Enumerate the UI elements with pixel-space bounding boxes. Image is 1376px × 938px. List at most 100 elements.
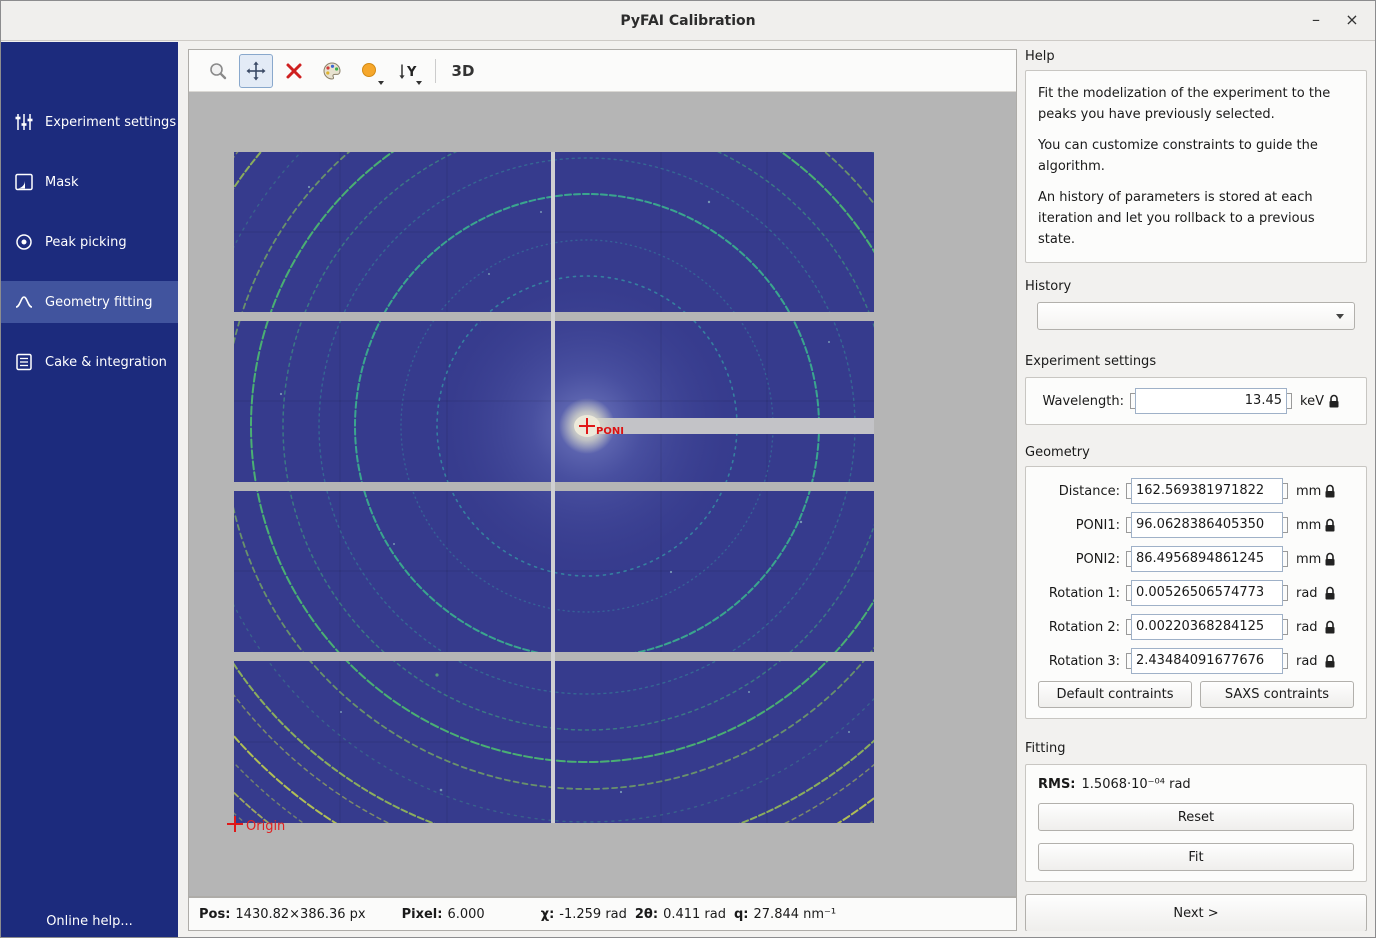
- lock-icon[interactable]: [1324, 518, 1336, 533]
- wavelength-input[interactable]: 13.45: [1135, 388, 1287, 414]
- wavelength-unit: keV: [1292, 394, 1324, 409]
- clear-markers-button[interactable]: [277, 54, 311, 88]
- q-value: 27.844 nm⁻¹: [754, 907, 837, 922]
- default-constraints-button[interactable]: Default contraints: [1038, 681, 1192, 708]
- rms-value: 1.5068·10⁻⁰⁴ rad: [1082, 777, 1191, 792]
- origin-label: Origin: [246, 819, 285, 834]
- distance-unit: mm: [1288, 484, 1320, 499]
- sidebar-item-label: Cake & integration: [45, 355, 167, 370]
- rotation2-row: Rotation 2: 0.00220368284125 rad: [1034, 613, 1358, 641]
- rotation2-unit: rad: [1288, 620, 1320, 635]
- sidebar-item-mask[interactable]: Mask: [1, 161, 178, 203]
- sidebar-item-cake-integration[interactable]: Cake & integration: [1, 341, 178, 383]
- lock-icon[interactable]: [1328, 394, 1340, 409]
- sidebar-item-geometry-fitting[interactable]: Geometry fitting: [1, 281, 178, 323]
- rotation3-unit: rad: [1288, 654, 1320, 669]
- saxs-constraints-button[interactable]: SAXS contraints: [1200, 681, 1354, 708]
- history-dropdown[interactable]: [1037, 302, 1355, 330]
- zoom-button[interactable]: [201, 54, 235, 88]
- dropdown-caret-icon: [378, 81, 384, 85]
- two-theta-label: 2θ:: [635, 907, 658, 922]
- axis-orientation-button[interactable]: Y: [391, 54, 425, 88]
- fitting-section-title: Fitting: [1025, 741, 1367, 756]
- chi-value: -1.259 rad: [559, 907, 627, 922]
- titlebar: PyFAI Calibration – ×: [1, 1, 1375, 41]
- origin-marker: Origin: [227, 816, 285, 834]
- red-cross-icon: [285, 62, 303, 80]
- next-button[interactable]: Next >: [1025, 894, 1367, 931]
- help-box: Fit the modelization of the experiment t…: [1025, 70, 1367, 263]
- detector-image: PONI Origin: [189, 92, 1016, 896]
- plot-frame: Y 3D: [188, 49, 1017, 897]
- sidebar-item-peak-picking[interactable]: Peak picking: [1, 221, 178, 263]
- app-window: PyFAI Calibration – × Experiment setting…: [0, 0, 1376, 938]
- sidebar-item-label: Experiment settings: [45, 115, 176, 130]
- y-axis-icon: Y: [397, 61, 419, 81]
- experiment-settings-box: Wavelength: 13.45 keV: [1025, 377, 1367, 425]
- wavelength-label: Wavelength:: [1038, 394, 1130, 409]
- poni1-input[interactable]: 96.0628386405350: [1131, 512, 1283, 538]
- svg-text:Y: Y: [406, 65, 417, 80]
- colormap-button[interactable]: [315, 54, 349, 88]
- q-label: q:: [734, 907, 749, 922]
- lock-icon[interactable]: [1324, 484, 1336, 499]
- rotation2-label: Rotation 2:: [1034, 620, 1126, 635]
- poni2-input[interactable]: 86.4956894861245: [1131, 546, 1283, 572]
- sidebar-item-label: Mask: [45, 175, 78, 190]
- orange-dot-icon: [360, 61, 380, 81]
- mask-icon: [13, 171, 35, 193]
- pan-button[interactable]: [239, 54, 273, 88]
- help-section-title: Help: [1025, 49, 1367, 64]
- lock-icon[interactable]: [1324, 552, 1336, 567]
- rotation1-label: Rotation 1:: [1034, 586, 1126, 601]
- rotation1-unit: rad: [1288, 586, 1320, 601]
- poni2-row: PONI2: 86.4956894861245 mm: [1034, 545, 1358, 573]
- rms-label: RMS:: [1038, 777, 1076, 792]
- mask-marker-button[interactable]: [353, 54, 387, 88]
- fit-button[interactable]: Fit: [1038, 843, 1354, 871]
- palette-icon: [322, 61, 342, 81]
- sidebar-item-experiment-settings[interactable]: Experiment settings: [1, 101, 178, 143]
- rotation3-label: Rotation 3:: [1034, 654, 1126, 669]
- diffraction-image-canvas[interactable]: PONI Origin: [189, 92, 1016, 896]
- online-help-link[interactable]: Online help...: [1, 914, 178, 929]
- curve-icon: [13, 291, 35, 313]
- poni1-label: PONI1:: [1034, 518, 1126, 533]
- help-paragraph: An history of parameters is stored at ea…: [1038, 187, 1354, 250]
- chevron-down-icon: [1336, 314, 1344, 319]
- sidebar-item-label: Geometry fitting: [45, 295, 152, 310]
- distance-row: Distance: 162.569381971822 mm: [1034, 477, 1358, 505]
- distance-input[interactable]: 162.569381971822: [1131, 478, 1283, 504]
- rotation1-input[interactable]: 0.00526506574773: [1131, 580, 1283, 606]
- chi-label: χ:: [541, 907, 555, 922]
- lock-icon[interactable]: [1324, 586, 1336, 601]
- poni1-row: PONI1: 96.0628386405350 mm: [1034, 511, 1358, 539]
- rotation2-input[interactable]: 0.00220368284125: [1131, 614, 1283, 640]
- geometry-section-title: Geometry: [1025, 445, 1367, 460]
- detector-column-gap: [551, 152, 555, 823]
- reset-button[interactable]: Reset: [1038, 803, 1354, 831]
- distance-label: Distance:: [1034, 484, 1126, 499]
- experiment-section-title: Experiment settings: [1025, 354, 1367, 369]
- history-section-title: History: [1025, 279, 1367, 294]
- pos-label: Pos:: [199, 907, 230, 922]
- minimize-button[interactable]: –: [1301, 1, 1331, 41]
- wavelength-row: Wavelength: 13.45 keV: [1038, 387, 1354, 415]
- plot-toolbar: Y 3D: [189, 50, 1016, 92]
- rotation3-input[interactable]: 2.43484091677676: [1131, 648, 1283, 674]
- fitting-box: RMS: 1.5068·10⁻⁰⁴ rad Reset Fit: [1025, 764, 1367, 882]
- lock-icon[interactable]: [1324, 654, 1336, 669]
- statusbar: Pos: 1430.82×386.36 px Pixel: 6.000 χ: -…: [188, 897, 1017, 931]
- dropdown-caret-icon: [416, 81, 422, 85]
- sidebar: Experiment settings Mask: [1, 42, 178, 937]
- sliders-icon: [13, 111, 35, 133]
- target-icon: [13, 231, 35, 253]
- poni2-label: PONI2:: [1034, 552, 1126, 567]
- magnifier-icon: [208, 61, 228, 81]
- 3d-view-button[interactable]: 3D: [446, 54, 480, 88]
- pixel-label: Pixel:: [402, 907, 443, 922]
- lock-icon[interactable]: [1324, 620, 1336, 635]
- document-icon: [13, 351, 35, 373]
- close-button[interactable]: ×: [1337, 1, 1367, 41]
- right-panel: Help Fit the modelization of the experim…: [1025, 49, 1367, 931]
